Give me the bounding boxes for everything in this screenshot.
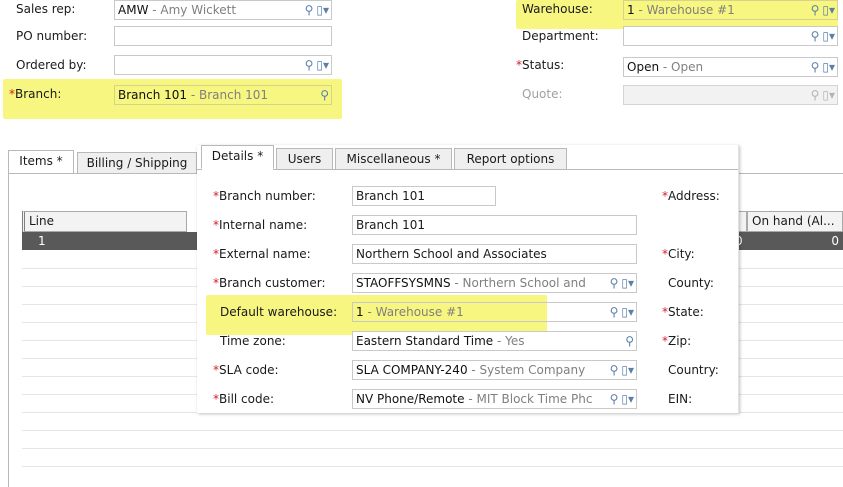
warehouse-field[interactable]: 1 - Warehouse #1 ⚲ ▯▾ xyxy=(623,0,838,20)
search-icon[interactable]: ⚲ xyxy=(610,390,619,408)
ordered-by-field[interactable]: ⚲ ▯▾ xyxy=(114,55,332,75)
po-number-label: PO number: xyxy=(16,29,88,43)
tab-items[interactable]: Items * xyxy=(8,150,74,174)
country-label: Country: xyxy=(668,363,719,377)
search-icon[interactable]: ⚲ xyxy=(305,56,314,74)
time-zone-field[interactable]: Eastern Standard Time - Yes ⚲ xyxy=(352,331,637,351)
document-menu-icon[interactable]: ▯▾ xyxy=(822,27,835,45)
branch-customer-field[interactable]: STAOFFSYSMNS - Northern School and ⚲ ▯▾ xyxy=(352,273,637,293)
search-icon[interactable]: ⚲ xyxy=(305,1,314,19)
warehouse-label: Warehouse: xyxy=(522,2,593,16)
search-icon[interactable]: ⚲ xyxy=(625,332,634,350)
search-icon[interactable]: ⚲ xyxy=(811,1,820,19)
document-menu-icon[interactable]: ▯▾ xyxy=(621,274,634,292)
internal-name-label: *Internal name: xyxy=(213,218,308,232)
default-warehouse-label: Default warehouse: xyxy=(220,305,338,319)
document-menu-icon[interactable]: ▯▾ xyxy=(316,56,329,74)
search-icon: ⚲ xyxy=(810,88,820,102)
department-label: Department: xyxy=(522,29,599,43)
address-label: *Address: xyxy=(662,189,720,203)
external-name-field[interactable]: Northern School and Associates xyxy=(352,244,637,264)
branch-number-label: *Branch number: xyxy=(213,189,316,203)
quote-field: ⚲ ▯▾ xyxy=(623,85,838,105)
county-label: County: xyxy=(668,276,714,290)
popup-tab-divider xyxy=(197,169,738,170)
city-label: *City: xyxy=(662,247,695,261)
status-field[interactable]: Open - Open ⚲ ▯▾ xyxy=(623,57,838,77)
department-field[interactable]: ⚲ ▯▾ xyxy=(623,26,838,46)
internal-name-field[interactable]: Branch 101 xyxy=(352,215,637,235)
quote-label: Quote: xyxy=(522,87,563,101)
tab-miscellaneous[interactable]: Miscellaneous * xyxy=(335,148,452,170)
zip-label: *Zip: xyxy=(662,334,692,348)
document-menu-icon: ▯▾ xyxy=(822,88,835,102)
bill-code-label: *Bill code: xyxy=(213,392,275,406)
popup-tab-divider-gap xyxy=(202,169,273,170)
state-label: *State: xyxy=(662,305,704,319)
search-icon[interactable]: ⚲ xyxy=(811,58,820,76)
tab-report-options[interactable]: Report options xyxy=(454,148,567,170)
search-icon[interactable]: ⚲ xyxy=(610,274,619,292)
ordered-by-label: Ordered by: xyxy=(16,58,87,72)
sla-code-field[interactable]: SLA COMPANY-240 - System Company ⚲ ▯▾ xyxy=(352,360,637,380)
branch-customer-label: *Branch customer: xyxy=(213,276,326,290)
document-menu-icon[interactable]: ▯▾ xyxy=(621,390,634,408)
time-zone-label: Time zone: xyxy=(220,334,286,348)
search-icon[interactable]: ⚲ xyxy=(610,303,619,321)
tab-details[interactable]: Details * xyxy=(201,145,274,169)
search-icon[interactable]: ⚲ xyxy=(811,27,820,45)
document-menu-icon[interactable]: ▯▾ xyxy=(316,1,329,19)
sla-code-label: *SLA code: xyxy=(213,363,279,377)
row-on-hand-cell: 0 xyxy=(831,234,839,248)
document-menu-icon[interactable]: ▯▾ xyxy=(621,361,634,379)
ein-label: EIN: xyxy=(668,392,693,406)
sales-rep-label: Sales rep: xyxy=(16,2,76,16)
document-menu-icon[interactable]: ▯▾ xyxy=(822,1,835,19)
branch-field[interactable]: Branch 101 - Branch 101 ⚲ xyxy=(114,85,332,105)
branch-number-field[interactable]: Branch 101 xyxy=(352,186,496,206)
po-number-field[interactable] xyxy=(114,26,332,46)
document-menu-icon[interactable]: ▯▾ xyxy=(621,303,634,321)
search-icon[interactable]: ⚲ xyxy=(320,86,329,104)
external-name-label: *External name: xyxy=(213,247,311,261)
branch-label: *Branch: xyxy=(9,87,62,101)
default-warehouse-field[interactable]: 1 - Warehouse #1 ⚲ ▯▾ xyxy=(352,302,637,322)
grid-header-on-hand[interactable]: On hand (Al... xyxy=(747,211,843,232)
row-line-cell: 1 xyxy=(38,234,46,248)
bill-code-field[interactable]: NV Phone/Remote - MIT Block Time Phc ⚲ ▯▾ xyxy=(352,389,637,409)
grid-header-line[interactable]: Line xyxy=(22,211,187,232)
tab-billing-shipping[interactable]: Billing / Shipping xyxy=(77,152,197,174)
document-menu-icon[interactable]: ▯▾ xyxy=(822,58,835,76)
search-icon[interactable]: ⚲ xyxy=(610,361,619,379)
tab-users[interactable]: Users xyxy=(276,148,333,170)
sales-rep-field[interactable]: AMW - Amy Wickett ⚲ ▯▾ xyxy=(114,0,332,20)
status-label: *Status: xyxy=(516,58,565,72)
